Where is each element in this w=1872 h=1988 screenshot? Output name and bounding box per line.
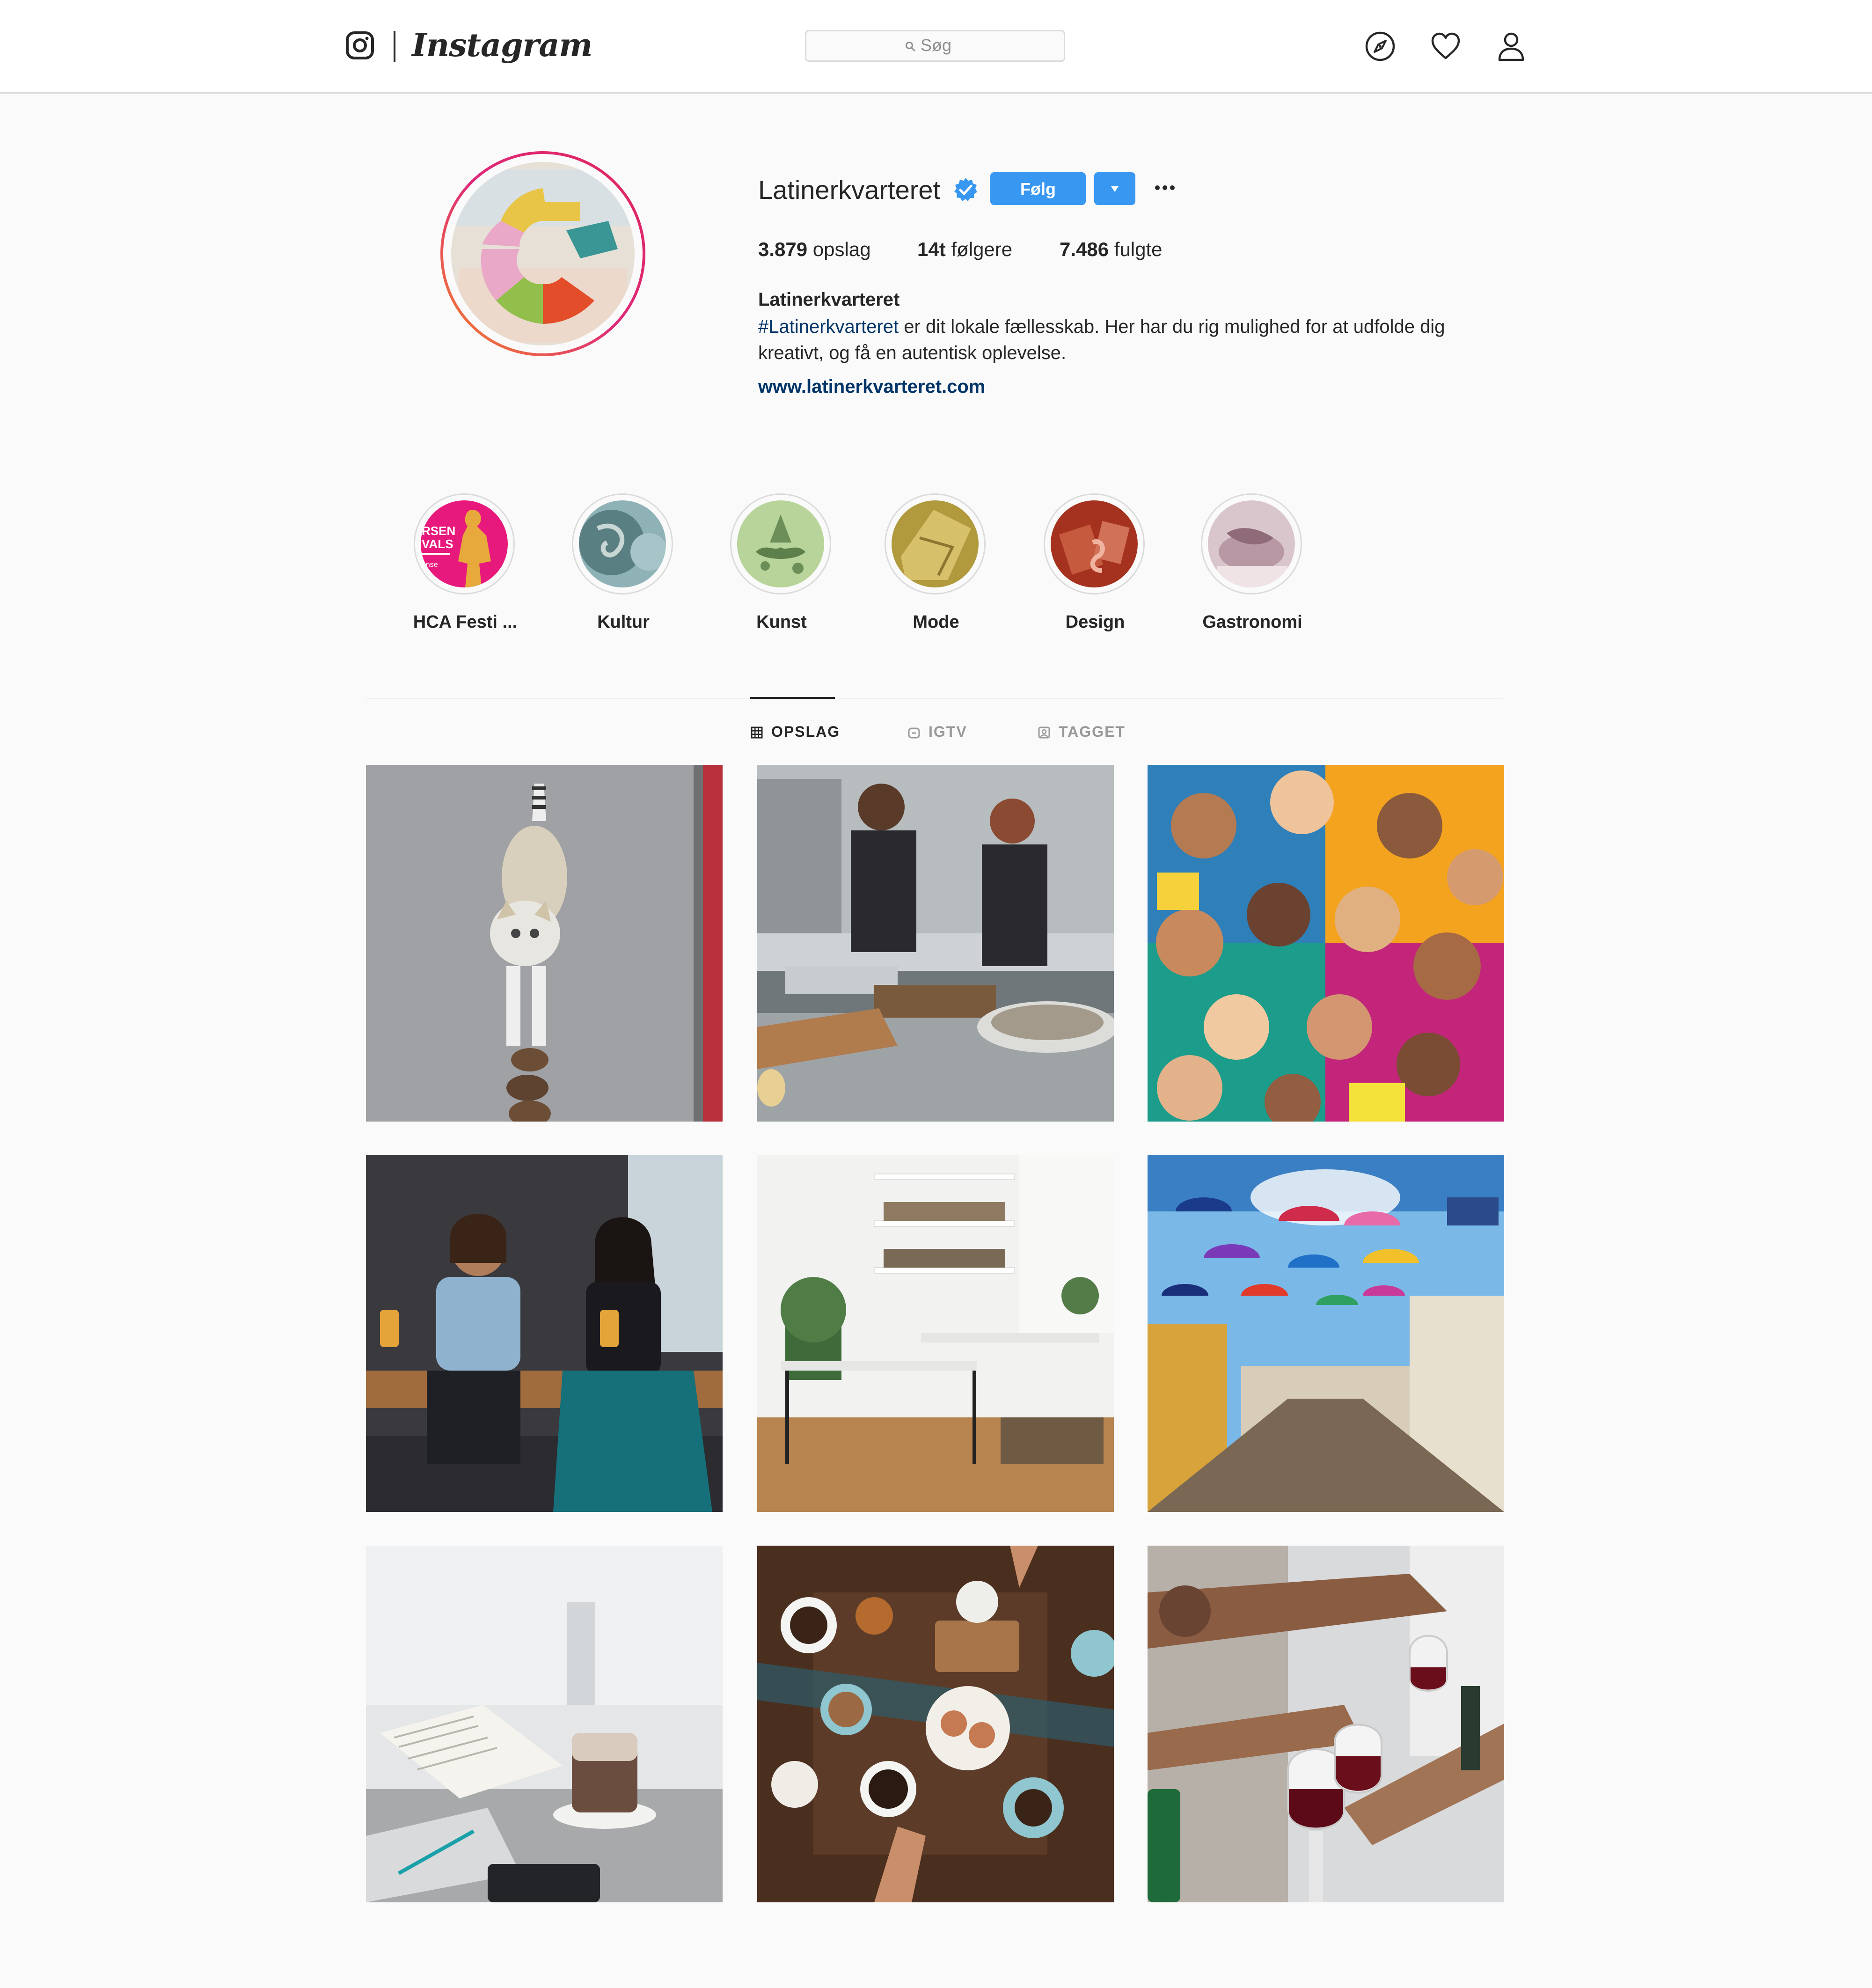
post-image-illustrated-crowd <box>1148 765 1504 1122</box>
suggestions-dropdown-button[interactable] <box>1094 172 1135 205</box>
top-navigation: Instagram <box>0 0 1872 94</box>
logo-divider <box>394 31 395 62</box>
post-tile[interactable] <box>1148 1546 1504 1902</box>
post-tile[interactable] <box>1148 765 1504 1122</box>
highlight-ring <box>1201 493 1302 594</box>
post-image-street-art-cat <box>366 765 723 1122</box>
highlight-cover <box>737 500 824 587</box>
post-image-kitchen-chefs <box>757 765 1114 1122</box>
highlight-hca-festival[interactable]: RSEN VALS ense HCA Festi ... <box>386 493 545 638</box>
highlight-kunst[interactable]: Kunst <box>702 493 861 638</box>
posts-count-stat: 3.879 opslag <box>758 236 871 263</box>
active-tab-indicator <box>750 697 835 699</box>
tabs-divider <box>366 698 1503 699</box>
grid-icon <box>751 726 763 739</box>
post-tile[interactable] <box>366 765 723 1122</box>
following-count: 7.486 <box>1060 238 1109 260</box>
post-tile[interactable] <box>757 1155 1114 1512</box>
tab-label: OPSLAG <box>771 723 841 740</box>
highlight-ring <box>572 493 673 594</box>
post-tile[interactable] <box>1148 1155 1504 1512</box>
following-label: fulgte <box>1114 238 1163 260</box>
post-image-umbrella-street <box>1148 1155 1504 1512</box>
bio-text-line1: er dit lokale fællesskab. Her har du rig… <box>899 316 1445 337</box>
highlight-cover <box>892 500 979 587</box>
posts-count: 3.879 <box>758 238 808 260</box>
highlight-ring <box>730 493 831 594</box>
badge-text-top: RSEN <box>422 524 455 538</box>
post-image-friends-laughing <box>366 1155 723 1512</box>
highlight-label: Gastronomi <box>1202 612 1302 632</box>
highlight-kultur[interactable]: Kultur <box>544 493 703 638</box>
post-image-coffee-and-book <box>366 1546 723 1902</box>
profile-username: Latinerkvarteret <box>758 175 941 205</box>
following-stat[interactable]: 7.486 fulgte <box>1060 236 1163 263</box>
post-tile[interactable] <box>757 1546 1114 1902</box>
highlight-mode[interactable]: Mode <box>856 493 1016 638</box>
highlight-cover <box>1051 500 1138 587</box>
explore-compass-icon[interactable] <box>1365 31 1396 62</box>
bio-hashtag-link[interactable]: #Latinerkvarteret <box>758 316 899 337</box>
tab-igtv[interactable]: IGTV <box>908 721 983 742</box>
chevron-down-icon <box>1111 186 1119 192</box>
tab-label: TAGGET <box>1059 723 1126 740</box>
more-options-icon[interactable] <box>1154 184 1176 191</box>
follow-button[interactable]: Følg <box>990 172 1086 205</box>
tab-label: IGTV <box>929 723 967 740</box>
instagram-wordmark[interactable]: Instagram <box>412 24 592 66</box>
badge-text-mid: VALS <box>422 537 453 551</box>
post-image-wine-toast <box>1148 1546 1504 1902</box>
post-image-shop-interior <box>757 1155 1114 1512</box>
followers-stat[interactable]: 14t følgere <box>917 236 1012 263</box>
post-image-table-from-above <box>757 1546 1114 1902</box>
highlight-label: Mode <box>913 612 959 632</box>
tab-tagget[interactable]: TAGGET <box>1038 721 1132 742</box>
highlight-label: Kultur <box>597 612 650 632</box>
post-tile[interactable] <box>366 1546 723 1902</box>
highlight-label: HCA Festi ... <box>413 612 518 632</box>
highlight-gastronomi[interactable]: Gastronomi <box>1173 493 1332 638</box>
instagram-camera-icon[interactable] <box>345 31 374 60</box>
highlight-cover: RSEN VALS ense <box>421 500 508 587</box>
highlight-label: Design <box>1065 612 1125 632</box>
activity-heart-icon[interactable] <box>1430 31 1461 62</box>
highlight-design[interactable]: Design <box>1016 493 1175 638</box>
badge-text-bottom: ense <box>422 561 438 569</box>
highlight-label: Kunst <box>756 612 807 632</box>
post-tile[interactable] <box>366 1155 723 1512</box>
posts-label: opslag <box>812 238 871 260</box>
bio-full-name: Latinerkvarteret <box>758 289 900 310</box>
search-box[interactable] <box>805 30 1065 62</box>
verified-badge-icon <box>954 178 977 201</box>
followers-count: 14t <box>917 238 946 260</box>
highlight-ring <box>1044 493 1145 594</box>
bio-website-link[interactable]: www.latinerkvarteret.com <box>758 374 985 400</box>
tab-opslag[interactable]: OPSLAG <box>751 721 844 742</box>
search-icon <box>906 42 916 52</box>
highlight-ring <box>885 493 986 594</box>
tagged-icon <box>1038 726 1050 739</box>
igtv-icon <box>908 727 920 739</box>
bio-description: #Latinerkvarteret er dit lokale fællessk… <box>758 314 1488 366</box>
profile-user-icon[interactable] <box>1496 31 1527 62</box>
highlight-cover <box>579 500 666 587</box>
bio-text-line2: kreativt, og få en autentisk oplevelse. <box>758 343 1067 363</box>
profile-avatar[interactable] <box>440 151 646 357</box>
search-input[interactable] <box>921 35 1042 56</box>
post-tile[interactable] <box>757 765 1114 1122</box>
followers-label: følgere <box>951 238 1013 260</box>
highlight-cover <box>1208 500 1295 587</box>
highlight-ring: RSEN VALS ense <box>414 493 515 594</box>
